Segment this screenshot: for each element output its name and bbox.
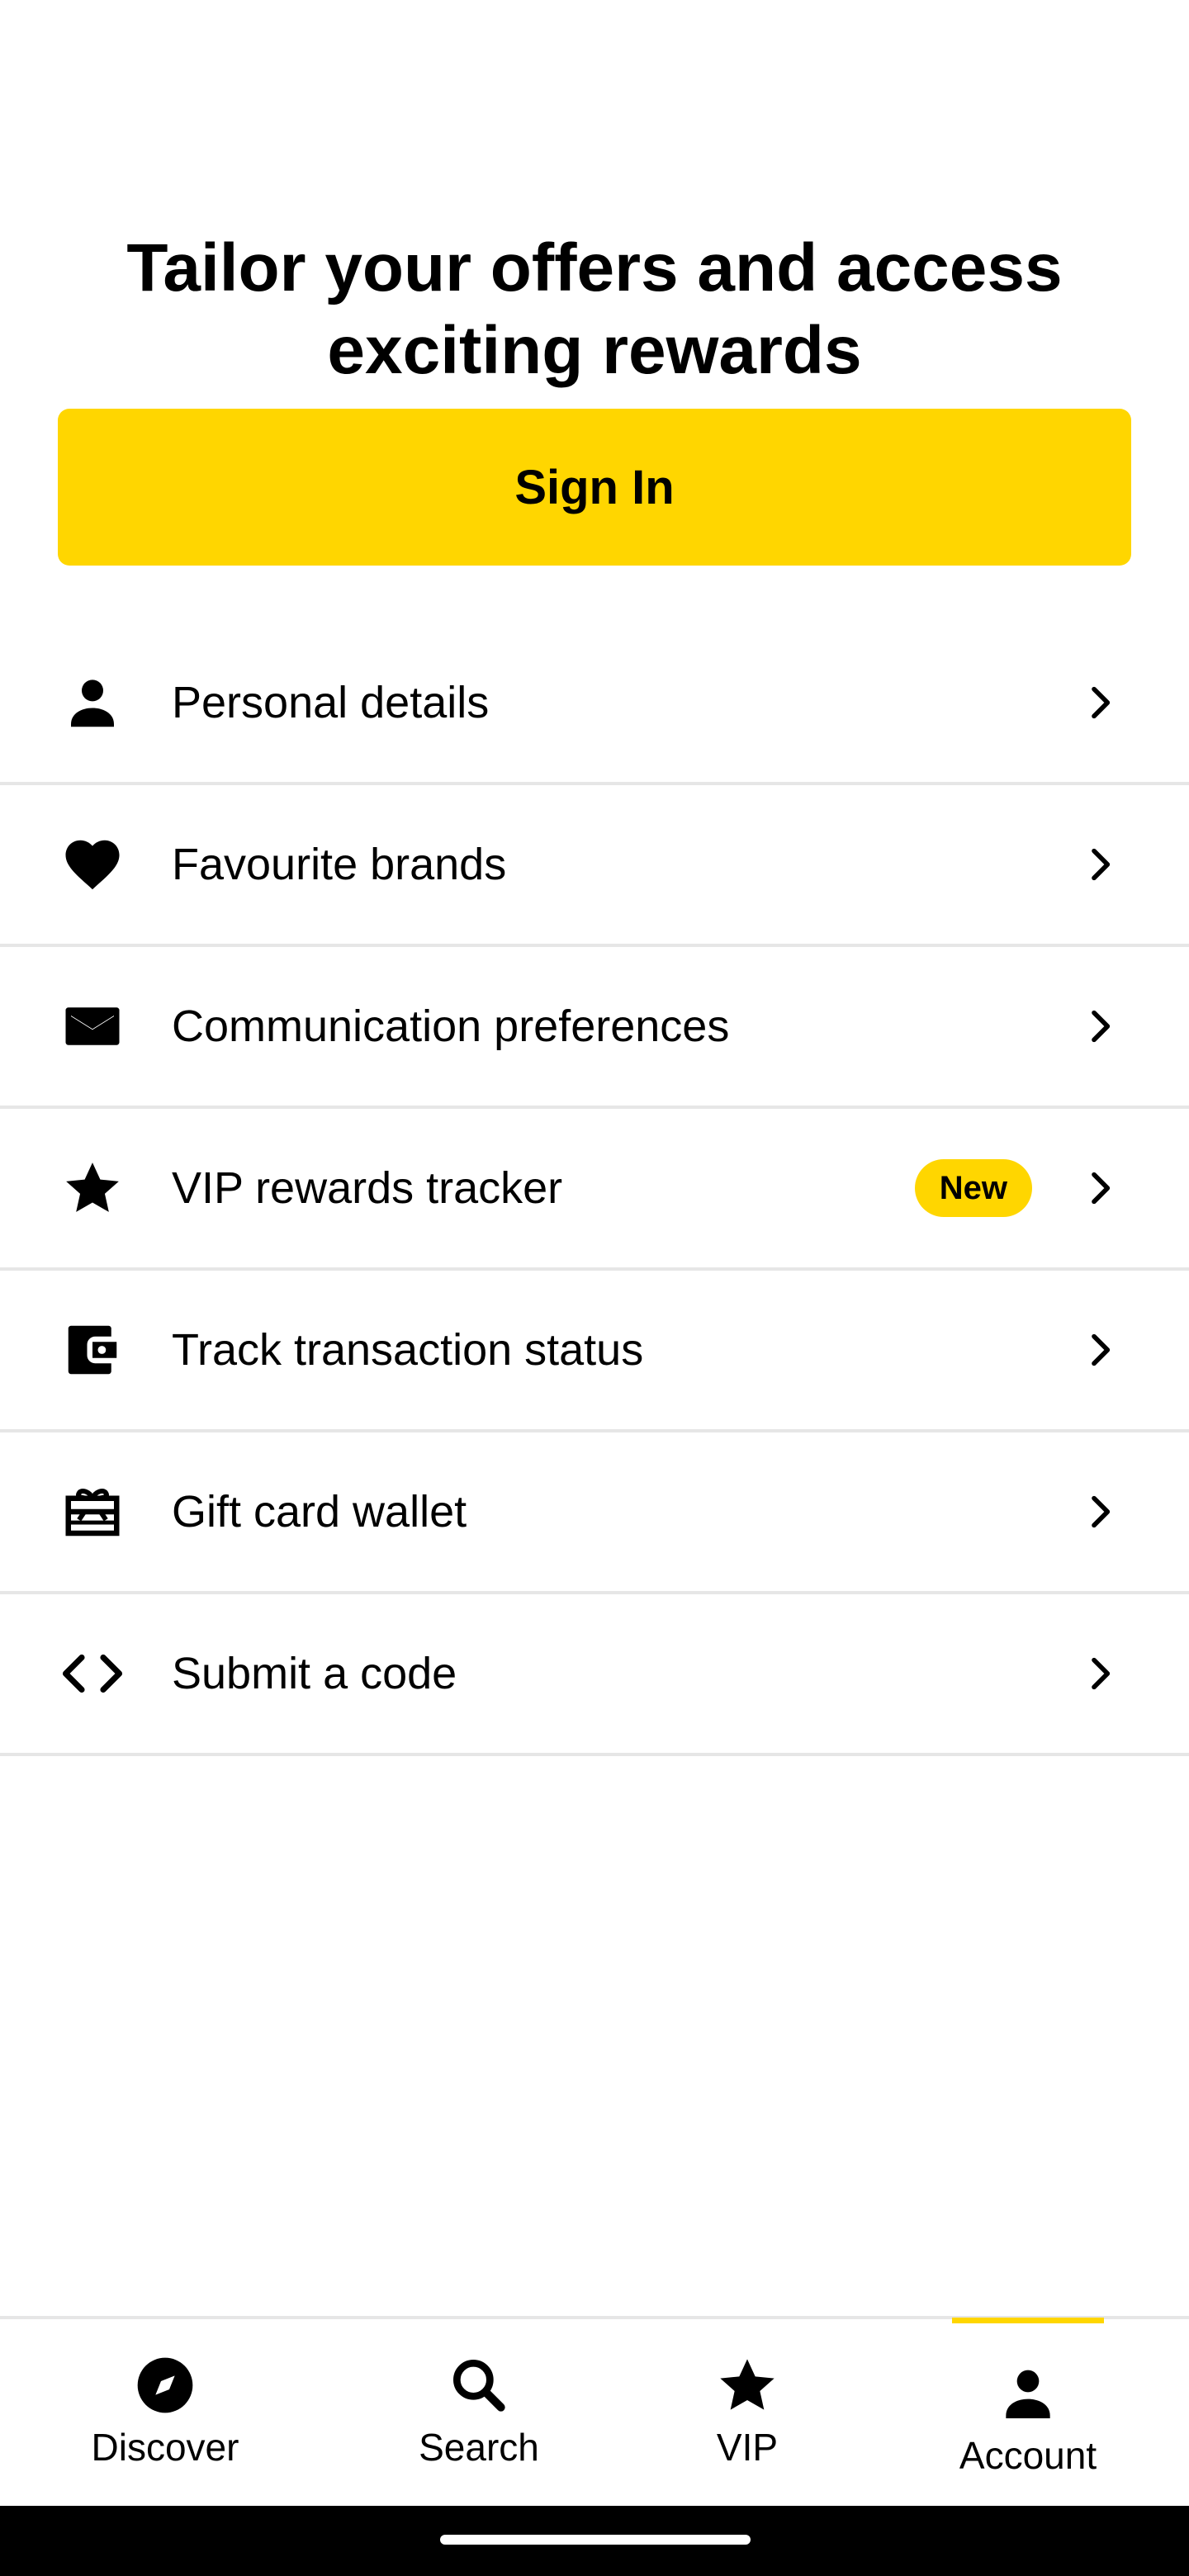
menu-item-vip-rewards-tracker[interactable]: VIP rewards tracker New	[0, 1109, 1189, 1271]
chevron-right-icon	[1077, 1003, 1123, 1049]
menu-item-label: Track transaction status	[172, 1325, 644, 1375]
account-menu: Personal details Favourite brands Commun…	[0, 623, 1189, 1756]
sign-in-button[interactable]: Sign In	[58, 409, 1131, 566]
chevron-right-icon	[1077, 841, 1123, 888]
menu-item-label: Gift card wallet	[172, 1487, 467, 1537]
nav-tab-search[interactable]: Search	[380, 2319, 578, 2509]
menu-item-favourite-brands[interactable]: Favourite brands	[0, 785, 1189, 947]
active-tab-indicator	[952, 2318, 1104, 2323]
nav-label: VIP	[716, 2426, 779, 2469]
system-navigation-bar	[0, 2506, 1189, 2576]
menu-item-gift-card-wallet[interactable]: Gift card wallet	[0, 1432, 1189, 1594]
page-title: Tailor your offers and access exciting r…	[126, 230, 1063, 388]
chevron-right-icon	[1077, 1165, 1123, 1211]
new-badge: New	[914, 1159, 1032, 1217]
mail-icon	[58, 992, 127, 1061]
code-icon	[58, 1639, 127, 1708]
nav-label: Discover	[91, 2426, 239, 2469]
wallet-icon	[58, 1315, 127, 1385]
menu-item-label: VIP rewards tracker	[172, 1163, 563, 1213]
menu-item-label: Communication preferences	[172, 1002, 730, 1051]
compass-icon	[132, 2352, 198, 2418]
menu-item-personal-details[interactable]: Personal details	[0, 623, 1189, 785]
nav-tab-vip[interactable]: VIP	[661, 2319, 834, 2509]
menu-item-submit-a-code[interactable]: Submit a code	[0, 1594, 1189, 1756]
star-icon	[714, 2352, 780, 2418]
chevron-right-icon	[1077, 1650, 1123, 1697]
menu-item-communication-preferences[interactable]: Communication preferences	[0, 947, 1189, 1109]
gift-card-icon	[58, 1477, 127, 1546]
star-icon	[58, 1153, 127, 1223]
menu-item-label: Personal details	[172, 678, 490, 727]
person-icon	[58, 668, 127, 737]
chevron-right-icon	[1077, 1327, 1123, 1373]
chevron-right-icon	[1077, 1489, 1123, 1535]
heart-icon	[58, 830, 127, 899]
nav-label: Search	[419, 2426, 539, 2469]
menu-item-label: Submit a code	[172, 1649, 457, 1698]
bottom-navigation: Discover Search VIP Account	[0, 2316, 1189, 2509]
nav-label: Account	[959, 2434, 1097, 2477]
status-bar	[0, 0, 1189, 165]
menu-item-track-transaction-status[interactable]: Track transaction status	[0, 1271, 1189, 1432]
nav-tab-account[interactable]: Account	[933, 2318, 1123, 2509]
home-gesture-handle[interactable]	[440, 2535, 751, 2545]
search-icon	[446, 2352, 512, 2418]
chevron-right-icon	[1077, 680, 1123, 726]
menu-item-label: Favourite brands	[172, 840, 507, 889]
nav-tab-discover[interactable]: Discover	[66, 2319, 264, 2509]
person-icon	[995, 2361, 1061, 2427]
